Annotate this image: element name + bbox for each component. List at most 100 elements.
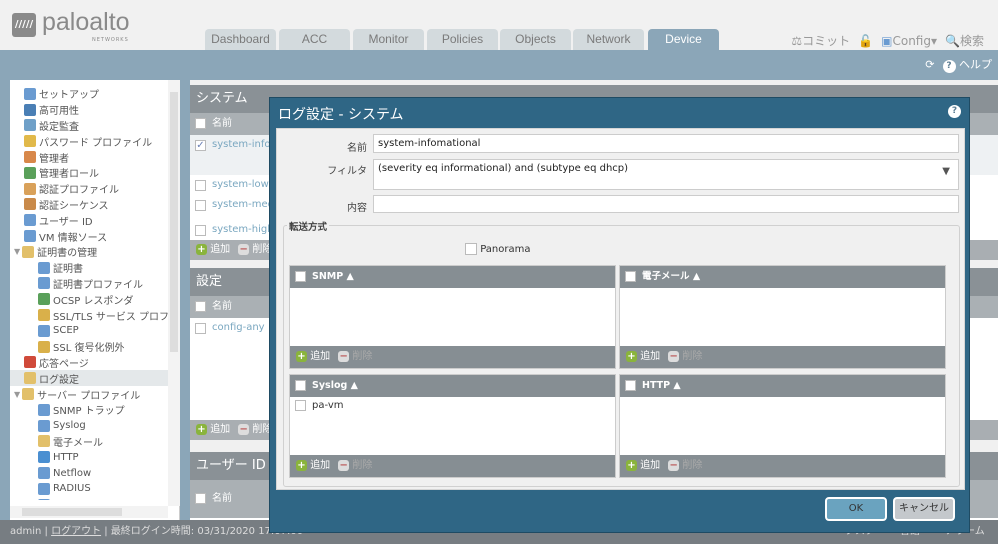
lock-icon bbox=[38, 340, 50, 353]
grid-header[interactable]: Syslog ▲ bbox=[290, 375, 615, 397]
sidebar-item[interactable]: ▼ 証明書の管理 bbox=[10, 244, 168, 260]
sidebar-horizontal-scrollbar[interactable] bbox=[10, 506, 168, 518]
sidebar-vertical-scrollbar[interactable] bbox=[168, 80, 180, 506]
sidebar-item[interactable]: SNMP トラップ bbox=[10, 402, 168, 418]
sidebar-item[interactable]: セットアップ bbox=[10, 86, 168, 102]
tab-objects[interactable]: Objects bbox=[500, 29, 571, 50]
expand-arrow-icon[interactable]: ▼ bbox=[14, 390, 20, 399]
logout-link[interactable]: ログアウト bbox=[51, 526, 101, 537]
sidebar-item[interactable]: SSL 復号化例外 bbox=[10, 339, 168, 355]
select-all-checkbox[interactable] bbox=[195, 118, 206, 129]
row-name[interactable]: system-low bbox=[212, 179, 269, 190]
plus-icon: + bbox=[626, 459, 637, 471]
sidebar-item-label: 管理者 bbox=[39, 153, 69, 165]
commit-link[interactable]: ⚖コミット bbox=[791, 32, 850, 49]
tab-dashboard[interactable]: Dashboard bbox=[205, 29, 276, 50]
sidebar-item[interactable]: VM 情報ソース bbox=[10, 228, 168, 244]
config-menu[interactable]: ▣Config▾ bbox=[881, 34, 937, 48]
ok-button[interactable]: OK bbox=[825, 497, 887, 521]
sidebar-item-label: SNMP トラップ bbox=[53, 406, 125, 418]
tab-network[interactable]: Network bbox=[573, 29, 644, 50]
sidebar-item-label: 認証シーケンス bbox=[39, 200, 109, 212]
filter-input[interactable]: (severity eq informational) and (subtype… bbox=[373, 159, 959, 190]
row-name[interactable]: system-high bbox=[212, 224, 274, 235]
sidebar-item[interactable]: RADIUS bbox=[10, 481, 168, 497]
delete-button[interactable]: − 削除 bbox=[660, 350, 702, 362]
sidebar-item[interactable]: 管理者 bbox=[10, 149, 168, 165]
select-all-checkbox[interactable] bbox=[625, 271, 636, 282]
sidebar-item[interactable]: パスワード プロファイル bbox=[10, 133, 168, 149]
add-button[interactable]: + 追加 bbox=[196, 423, 230, 435]
row-name[interactable]: config-any bbox=[212, 322, 265, 333]
tab-policies[interactable]: Policies bbox=[427, 29, 498, 50]
add-button[interactable]: + 追加 bbox=[196, 243, 230, 255]
grid-header[interactable]: HTTP ▲ bbox=[620, 375, 945, 397]
sidebar-item[interactable]: 証明書プロファイル bbox=[10, 276, 168, 292]
sidebar-item[interactable]: ユーザー ID bbox=[10, 212, 168, 228]
delete-button[interactable]: − 削除 bbox=[230, 423, 272, 435]
sidebar-item[interactable]: 応答ページ bbox=[10, 355, 168, 371]
tab-monitor[interactable]: Monitor bbox=[353, 29, 424, 50]
table-row[interactable]: pa-vm bbox=[290, 397, 615, 415]
filter-value: (severity eq informational) and (subtype… bbox=[378, 163, 629, 174]
sidebar-item[interactable]: OCSP レスポンダ bbox=[10, 291, 168, 307]
select-all-checkbox[interactable] bbox=[295, 380, 306, 391]
sidebar-item[interactable]: 設定監査 bbox=[10, 118, 168, 134]
row-checkbox[interactable] bbox=[195, 225, 206, 236]
lock-icon[interactable]: 🔓 bbox=[858, 34, 873, 48]
radius-icon bbox=[38, 482, 50, 495]
select-all-checkbox[interactable] bbox=[195, 301, 206, 312]
logo-subtext: NETWORKS bbox=[92, 37, 129, 43]
name-input[interactable]: system-infomational bbox=[373, 134, 959, 153]
chevron-down-icon[interactable]: ▼ bbox=[942, 166, 950, 177]
row-checkbox[interactable] bbox=[195, 323, 206, 334]
panorama-checkbox[interactable] bbox=[465, 243, 477, 255]
sidebar-item[interactable]: 証明書 bbox=[10, 260, 168, 276]
add-label: 追加 bbox=[310, 351, 331, 362]
sidebar-item[interactable]: Netflow bbox=[10, 465, 168, 481]
forward-grid: HTTP ▲ + 追加 − 削除 bbox=[619, 374, 946, 478]
panorama-option[interactable]: Panorama bbox=[465, 243, 530, 255]
sidebar-item[interactable]: SSL/TLS サービス プロファイル bbox=[10, 307, 168, 323]
select-all-checkbox[interactable] bbox=[625, 380, 636, 391]
add-button[interactable]: + 追加 bbox=[296, 459, 330, 471]
add-button[interactable]: + 追加 bbox=[296, 350, 331, 362]
delete-button[interactable]: − 削除 bbox=[660, 459, 702, 471]
sidebar-item[interactable]: ▼ サーバー プロファイル bbox=[10, 386, 168, 402]
row-checkbox[interactable] bbox=[195, 180, 206, 191]
help-button[interactable]: ? ヘルプ bbox=[942, 56, 992, 73]
add-button[interactable]: + 追加 bbox=[626, 459, 660, 471]
select-all-checkbox[interactable] bbox=[195, 493, 206, 504]
row-checkbox[interactable] bbox=[295, 400, 306, 411]
sidebar-item[interactable]: HTTP bbox=[10, 449, 168, 465]
tab-device[interactable]: Device bbox=[648, 29, 719, 50]
delete-button[interactable]: − 削除 bbox=[330, 350, 372, 362]
sidebar-item[interactable]: 認証プロファイル bbox=[10, 181, 168, 197]
sidebar-item[interactable]: Syslog bbox=[10, 418, 168, 434]
sidebar-item-label: VM 情報ソース bbox=[39, 232, 108, 244]
delete-button[interactable]: − 削除 bbox=[330, 459, 372, 471]
description-input[interactable] bbox=[373, 195, 959, 213]
delete-button[interactable]: − 削除 bbox=[230, 243, 272, 255]
cancel-button[interactable]: キャンセル bbox=[893, 497, 955, 521]
row-checkbox[interactable]: ✓ bbox=[195, 140, 206, 151]
refresh-icon[interactable]: ⟳ bbox=[925, 58, 934, 71]
sidebar-item[interactable]: TACACS+ bbox=[10, 497, 168, 500]
help-icon[interactable]: ? bbox=[948, 105, 961, 118]
sidebar-item[interactable]: 電子メール bbox=[10, 434, 168, 450]
minus-icon: − bbox=[338, 459, 350, 471]
sidebar-item[interactable]: 管理者ロール bbox=[10, 165, 168, 181]
add-button[interactable]: + 追加 bbox=[626, 350, 660, 362]
row-checkbox[interactable] bbox=[195, 200, 206, 211]
grid-header[interactable]: SNMP ▲ bbox=[290, 266, 615, 288]
expand-arrow-icon[interactable]: ▼ bbox=[14, 247, 20, 256]
sidebar-item[interactable]: 認証シーケンス bbox=[10, 197, 168, 213]
tab-acc[interactable]: ACC bbox=[279, 29, 350, 50]
grid-header[interactable]: 電子メール ▲ bbox=[620, 266, 945, 288]
sidebar-item[interactable]: 高可用性 bbox=[10, 102, 168, 118]
sidebar-item[interactable]: ログ設定 bbox=[10, 370, 168, 387]
select-all-checkbox[interactable] bbox=[295, 271, 306, 282]
sidebar-item[interactable]: SCEP bbox=[10, 323, 168, 339]
search-link[interactable]: 🔍検索 bbox=[945, 32, 984, 49]
column-name: 名前 bbox=[212, 118, 232, 129]
